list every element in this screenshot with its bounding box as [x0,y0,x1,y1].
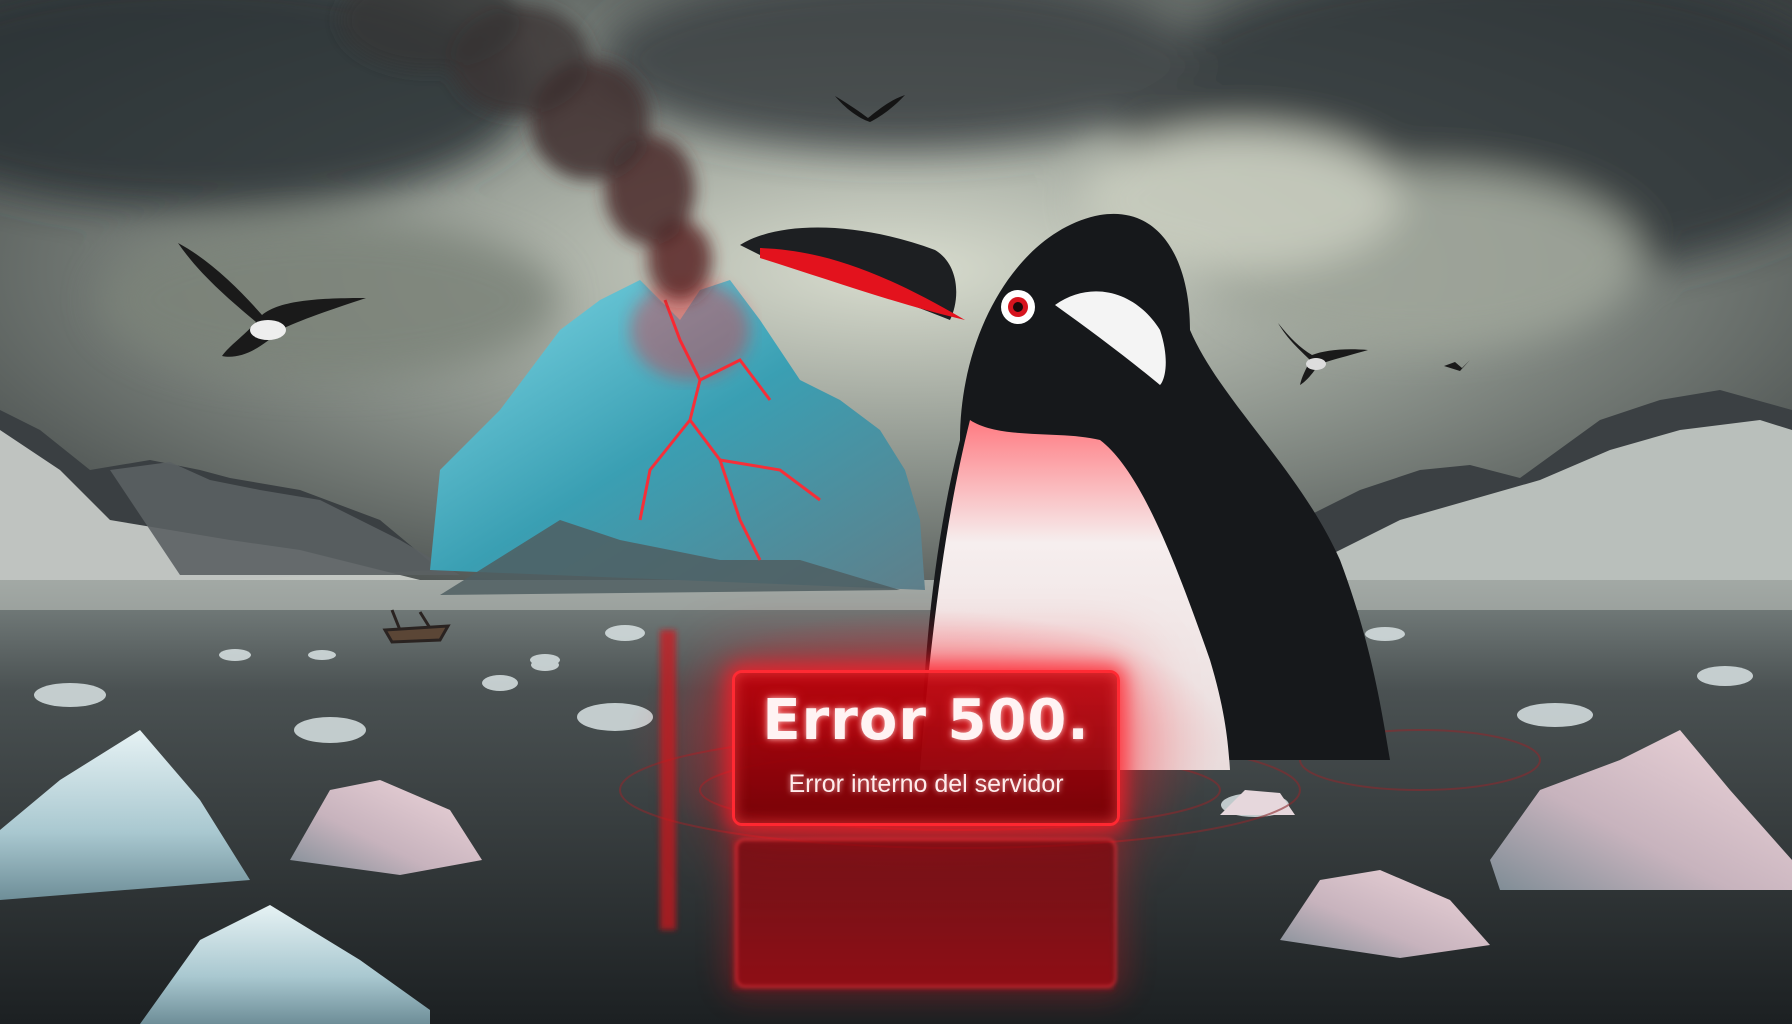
penguin-eye-pupil [1013,302,1023,312]
error-subtitle: Error interno del servidor [788,770,1064,798]
error-title: Error 500. [762,688,1090,753]
error-sign-reflection [735,838,1117,988]
error-sign: Error 500. Error interno del servidor [732,670,1120,826]
error-sign-reflection-panel [735,838,1117,988]
